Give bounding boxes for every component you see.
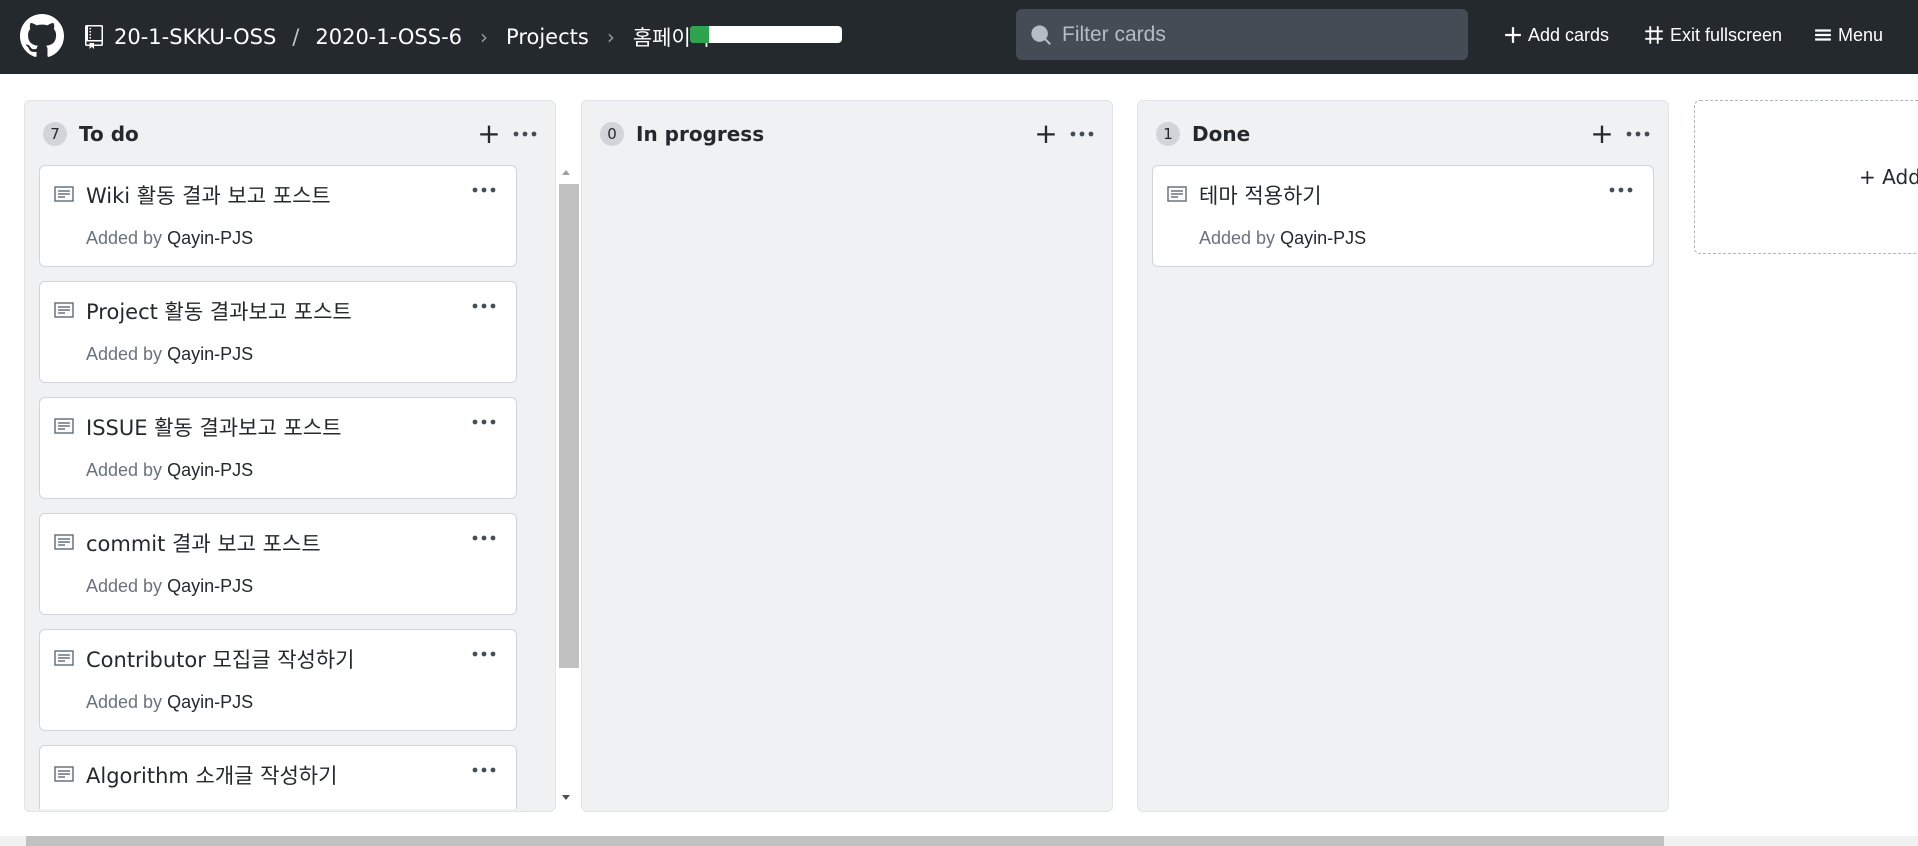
- author-link[interactable]: Qayin-PJS: [167, 692, 253, 712]
- screen-normal-icon: [1645, 26, 1663, 44]
- exit-fullscreen-button[interactable]: Exit fullscreen: [1644, 0, 1782, 70]
- added-by-label: Added by: [1199, 228, 1276, 248]
- repo-link[interactable]: 2020-1-OSS-6: [315, 25, 462, 49]
- added-by-label: Added by: [86, 576, 163, 596]
- chevron-right-icon: ›: [606, 25, 615, 49]
- card-menu-icon[interactable]: [472, 184, 496, 196]
- card-menu-icon[interactable]: [472, 532, 496, 544]
- card-menu-icon[interactable]: [1609, 184, 1633, 196]
- note-icon: [54, 766, 74, 782]
- horizontal-scrollbar-thumb[interactable]: [26, 836, 1664, 846]
- column-menu-icon[interactable]: [1070, 124, 1094, 144]
- project-progress-bar: [690, 26, 842, 43]
- note-icon: [54, 186, 74, 202]
- card[interactable]: Wiki 활동 결과 보고 포스트 Added by Qayin-PJS: [39, 165, 517, 267]
- column-scrollbar[interactable]: [556, 166, 579, 806]
- author-link[interactable]: Qayin-PJS: [167, 344, 253, 364]
- card-meta: Added by Qayin-PJS: [86, 344, 253, 365]
- card-title[interactable]: Project 활동 결과보고 포스트: [86, 296, 352, 326]
- filter-cards-input[interactable]: [1062, 22, 1462, 47]
- added-by-label: Added by: [86, 460, 163, 480]
- add-column-label: + Add: [1859, 165, 1918, 189]
- column-card-count: 0: [600, 122, 624, 146]
- column-card-count: 1: [1156, 122, 1180, 146]
- add-card-icon[interactable]: +: [475, 120, 503, 148]
- column-header: 7 To do +: [43, 119, 537, 149]
- note-icon: [54, 534, 74, 550]
- column-title: Done: [1192, 122, 1251, 146]
- card[interactable]: Contributor 모집글 작성하기 Added by Qayin-PJS: [39, 629, 517, 731]
- card[interactable]: ISSUE 활동 결과보고 포스트 Added by Qayin-PJS: [39, 397, 517, 499]
- add-card-icon[interactable]: +: [1032, 120, 1060, 148]
- hamburger-icon: [1815, 29, 1831, 41]
- card-meta: Added by Qayin-PJS: [86, 692, 253, 713]
- github-logo-icon[interactable]: [20, 14, 64, 58]
- note-icon: [1167, 186, 1187, 202]
- column-todo: 7 To do + Wiki 활동 결과 보고 포스트 Added by Qay…: [24, 100, 579, 812]
- projects-link[interactable]: Projects: [506, 25, 589, 49]
- scroll-down-arrow-icon[interactable]: [560, 794, 572, 802]
- card-menu-icon[interactable]: [472, 764, 496, 776]
- note-icon: [54, 650, 74, 666]
- org-link[interactable]: 20-1-SKKU-OSS: [114, 25, 276, 49]
- note-icon: [54, 418, 74, 434]
- menu-label: Menu: [1838, 24, 1884, 45]
- column-title: In progress: [636, 122, 765, 146]
- card-meta: Added by Qayin-PJS: [86, 460, 253, 481]
- horizontal-scrollbar[interactable]: [0, 836, 1918, 846]
- filter-cards-box: [1016, 9, 1468, 60]
- card[interactable]: commit 결과 보고 포스트 Added by Qayin-PJS: [39, 513, 517, 615]
- added-by-label: Added by: [86, 344, 163, 364]
- add-cards-label: Add cards: [1528, 24, 1610, 45]
- card-title[interactable]: Algorithm 소개글 작성하기: [86, 760, 337, 790]
- card-title[interactable]: commit 결과 보고 포스트: [86, 528, 321, 558]
- add-cards-button[interactable]: Add cards: [1504, 0, 1609, 70]
- card-title[interactable]: Wiki 활동 결과 보고 포스트: [86, 180, 331, 210]
- card-menu-icon[interactable]: [472, 300, 496, 312]
- top-header: 20-1-SKKU-OSS / 2020-1-OSS-6 › Projects …: [0, 0, 1918, 74]
- added-by-label: Added by: [86, 692, 163, 712]
- card-title[interactable]: Contributor 모집글 작성하기: [86, 644, 354, 674]
- author-link[interactable]: Qayin-PJS: [167, 228, 253, 248]
- column-menu-icon[interactable]: [1626, 124, 1650, 144]
- card[interactable]: Project 활동 결과보고 포스트 Added by Qayin-PJS: [39, 281, 517, 383]
- card-menu-icon[interactable]: [472, 416, 496, 428]
- scroll-up-arrow-icon[interactable]: [560, 168, 572, 176]
- add-column-button[interactable]: + Add: [1694, 100, 1918, 254]
- column-in-progress: 0 In progress +: [581, 100, 1113, 812]
- card-meta: Added by Qayin-PJS: [86, 228, 253, 249]
- note-icon: [54, 302, 74, 318]
- card-meta: Added by Qayin-PJS: [1199, 228, 1366, 249]
- card-meta: Added by Qayin-PJS: [86, 576, 253, 597]
- author-link[interactable]: Qayin-PJS: [1280, 228, 1366, 248]
- column-done: 1 Done + 테마 적용하기 Added by Qayin-PJS: [1137, 100, 1669, 812]
- column-header: 0 In progress +: [600, 119, 1094, 149]
- author-link[interactable]: Qayin-PJS: [167, 460, 253, 480]
- breadcrumb-separator: /: [292, 25, 300, 49]
- column-menu-icon[interactable]: [513, 124, 537, 144]
- added-by-label: Added by: [86, 228, 163, 248]
- menu-button[interactable]: Menu: [1814, 0, 1883, 70]
- column-header: 1 Done +: [1156, 119, 1650, 149]
- card[interactable]: 테마 적용하기 Added by Qayin-PJS: [1152, 165, 1654, 267]
- column-title: To do: [79, 122, 139, 146]
- card-title[interactable]: 테마 적용하기: [1199, 180, 1322, 210]
- repo-icon: [85, 25, 103, 49]
- breadcrumb: 20-1-SKKU-OSS / 2020-1-OSS-6 › Projects …: [84, 0, 710, 74]
- author-link[interactable]: Qayin-PJS: [167, 576, 253, 596]
- card[interactable]: Algorithm 소개글 작성하기: [39, 745, 517, 809]
- add-card-icon[interactable]: +: [1588, 120, 1616, 148]
- card-menu-icon[interactable]: [472, 648, 496, 660]
- scrollbar-thumb[interactable]: [559, 184, 579, 668]
- progress-bar-fill: [690, 26, 709, 43]
- exit-fullscreen-label: Exit fullscreen: [1670, 24, 1783, 45]
- column-card-count: 7: [43, 122, 67, 146]
- chevron-right-icon: ›: [480, 25, 489, 49]
- card-title[interactable]: ISSUE 활동 결과보고 포스트: [86, 412, 341, 442]
- search-icon: [1031, 24, 1051, 45]
- plus-icon: [1505, 27, 1521, 43]
